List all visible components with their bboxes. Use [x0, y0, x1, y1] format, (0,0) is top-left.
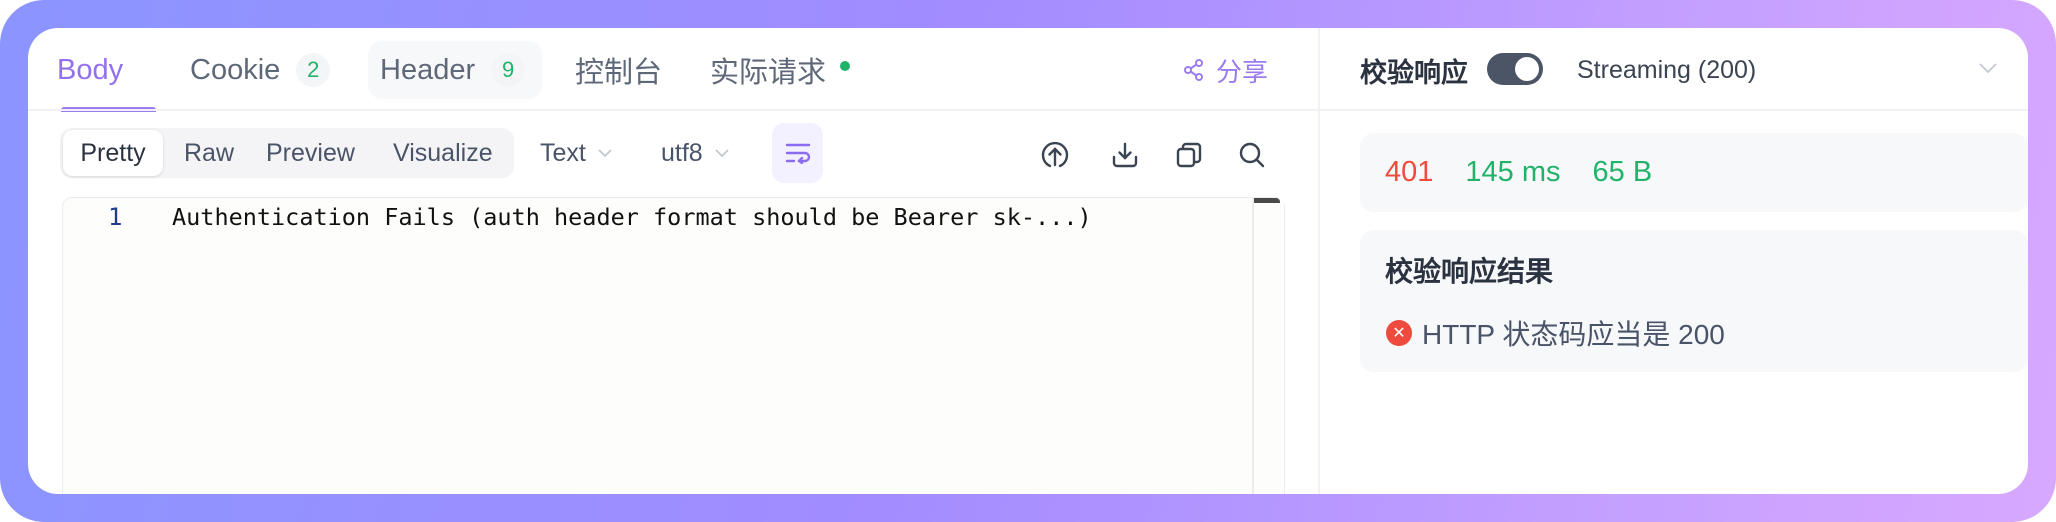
format-select[interactable]: Text	[540, 128, 612, 178]
view-mode-label: Visualize	[393, 138, 493, 167]
search-icon	[1239, 142, 1265, 168]
validate-response-label: 校验响应	[1360, 57, 1468, 88]
validation-result-text: HTTP 状态码应当是 200	[1422, 319, 1725, 350]
chevron-down-icon	[1979, 63, 1997, 74]
tab-console[interactable]: 控制台	[575, 42, 662, 98]
response-body-editor[interactable]	[62, 197, 1285, 494]
encoding-select[interactable]: utf8	[661, 128, 729, 178]
share-icon	[1184, 59, 1203, 81]
tab-divider-right	[1319, 109, 2028, 111]
share-label: 分享	[1216, 56, 1269, 87]
error-icon: ✕	[1386, 320, 1412, 346]
chevron-down-icon	[715, 148, 729, 157]
tab-label: Cookie	[190, 53, 281, 86]
search-button[interactable]	[1235, 138, 1269, 172]
response-size: 65 B	[1592, 155, 1653, 188]
download-button[interactable]	[1108, 138, 1142, 172]
tab-label: Header	[380, 53, 476, 86]
response-mode-select[interactable]: Streaming (200)	[1577, 50, 1756, 90]
chevron-down-icon	[598, 148, 612, 157]
response-panel: Body Cookie 2 Header 9 控制台 实际请求 分享 Prett…	[28, 28, 2028, 494]
encoding-select-value: utf8	[661, 138, 703, 167]
response-mode-value: Streaming (200)	[1577, 55, 1757, 84]
tab-body[interactable]: Body	[57, 42, 123, 98]
tab-label: 控制台	[575, 57, 663, 89]
tab-cookie[interactable]: Cookie 2	[190, 42, 331, 98]
copy-icon	[1176, 142, 1202, 168]
scrollbar-thumb[interactable]	[1254, 198, 1280, 203]
format-select-value: Text	[540, 138, 586, 167]
response-stats: 401 145 ms 65 B	[1385, 152, 1684, 192]
collapse-button[interactable]	[1978, 61, 1998, 80]
tab-header[interactable]: Header 9	[380, 42, 526, 98]
response-time: 145 ms	[1465, 155, 1561, 188]
validation-result-item: ✕ HTTP 状态码应当是 200	[1386, 313, 1725, 353]
wrap-lines-icon	[785, 143, 810, 164]
status-dot	[840, 61, 851, 71]
view-mode-visualize[interactable]: Visualize	[393, 128, 493, 178]
tab-label: 实际请求	[710, 57, 827, 89]
count-badge: 9	[491, 53, 526, 87]
view-mode-label: Pretty	[80, 138, 146, 167]
editor-scrollbar[interactable]	[1252, 198, 1284, 494]
view-mode-pretty[interactable]: Pretty	[60, 128, 166, 178]
tab-divider	[28, 109, 1318, 111]
tab-label: Body	[57, 53, 124, 86]
toggle-knob	[1515, 57, 1539, 81]
validate-response-toggle[interactable]	[1487, 53, 1543, 85]
view-mode-raw[interactable]: Raw	[184, 128, 234, 178]
view-mode-preview[interactable]: Preview	[266, 128, 355, 178]
panel-divider[interactable]	[1318, 28, 1320, 494]
copy-button[interactable]	[1172, 138, 1206, 172]
view-mode-label: Preview	[266, 138, 355, 167]
tab-actual-request[interactable]: 实际请求	[710, 42, 851, 98]
line-number: 1	[108, 203, 123, 231]
count-badge: 2	[296, 53, 331, 87]
code-line[interactable]: Authentication Fails (auth header format…	[172, 200, 1092, 234]
window-frame: Body Cookie 2 Header 9 控制台 实际请求 分享 Prett…	[0, 0, 2056, 522]
share-button[interactable]: 分享	[1184, 50, 1268, 90]
validation-result-title: 校验响应结果	[1385, 256, 1554, 287]
wrap-lines-button[interactable]	[772, 123, 823, 183]
upload-icon	[1041, 141, 1069, 168]
status-code: 401	[1385, 155, 1434, 188]
view-mode-label: Raw	[184, 138, 235, 167]
download-icon	[1112, 142, 1138, 168]
upload-button[interactable]	[1038, 138, 1072, 172]
